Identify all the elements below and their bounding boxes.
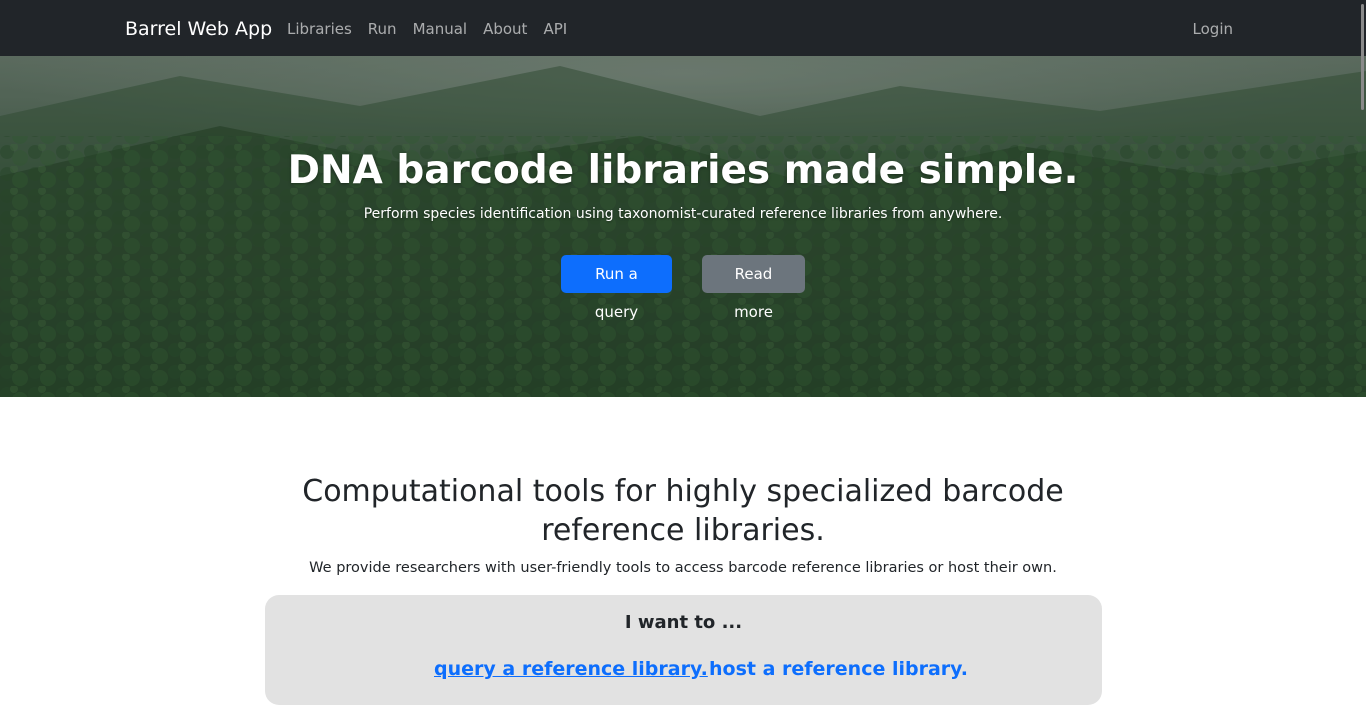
nav-libraries-link[interactable]: Libraries xyxy=(287,19,352,39)
nav-manual-link[interactable]: Manual xyxy=(413,19,468,39)
read-more-button[interactable]: Read more xyxy=(702,255,805,321)
choice-card-title: I want to ... xyxy=(624,612,743,633)
hero-subtitle: Perform species identification using tax… xyxy=(363,206,1003,222)
section-title: Computational tools for highly specializ… xyxy=(302,474,1064,548)
page-scrollbar[interactable] xyxy=(1360,0,1366,681)
host-library-link[interactable]: host a reference library. xyxy=(709,657,968,681)
nav-api-link[interactable]: API xyxy=(543,19,567,39)
nav-run-link[interactable]: Run xyxy=(368,19,397,39)
brand-link[interactable]: Barrel Web App xyxy=(125,17,272,41)
section-description: We provide researchers with user-friendl… xyxy=(309,560,1057,576)
scrollbar-thumb[interactable] xyxy=(1361,4,1364,110)
choice-card: I want to ... query a reference library.… xyxy=(265,595,1102,705)
hero-banner: DNA barcode libraries made simple. Perfo… xyxy=(0,56,1366,397)
nav-links: Libraries Run Manual About API xyxy=(287,19,567,39)
run-query-button[interactable]: Run a query xyxy=(561,255,672,321)
top-navbar: Barrel Web App Libraries Run Manual Abou… xyxy=(0,0,1366,56)
query-library-link[interactable]: query a reference library. xyxy=(434,657,708,681)
nav-about-link[interactable]: About xyxy=(483,19,527,39)
hero-title: DNA barcode libraries made simple. xyxy=(287,148,1079,193)
forest-background-image xyxy=(0,56,1366,397)
login-link[interactable]: Login xyxy=(1193,19,1233,39)
